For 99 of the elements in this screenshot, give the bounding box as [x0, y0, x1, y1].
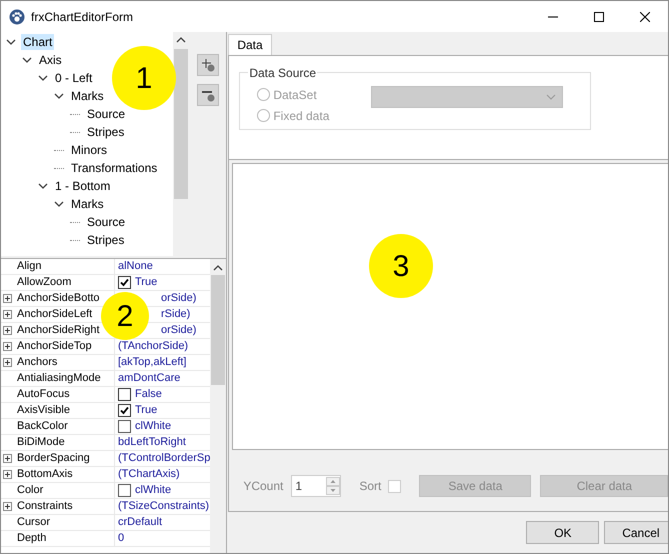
property-value: clWhite — [135, 419, 172, 434]
expand-icon — [2, 358, 12, 367]
property-name: BiDiMode — [17, 435, 65, 450]
tree-item[interactable]: Axis — [37, 52, 64, 68]
property-value: crDefault — [118, 515, 162, 530]
expand-icon — [2, 454, 12, 463]
expand-icon — [2, 310, 12, 319]
property-value: True — [135, 275, 158, 290]
property-row[interactable]: Color clWhite — [1, 483, 210, 499]
property-name: AnchorSideTop — [17, 339, 92, 354]
ycount-spin-field[interactable]: 1 — [291, 475, 342, 497]
dialog-button[interactable]: Cancel — [604, 521, 668, 544]
sort-label: Sort — [359, 478, 382, 495]
property-row[interactable]: AutoFocus False — [1, 387, 210, 403]
property-name: Anchors — [17, 355, 58, 370]
property-row[interactable]: Constraints (TSizeConstraints) — [1, 499, 210, 515]
remove-node-button[interactable] — [197, 84, 219, 106]
property-row[interactable]: Anchors [akTop,akLeft] — [1, 355, 210, 371]
tree-item[interactable]: Source — [85, 214, 128, 230]
chevron-down-icon[interactable] — [22, 55, 32, 65]
property-value: (TAnchorSide) — [118, 339, 188, 354]
property-name: Cursor — [17, 515, 50, 530]
tree-item[interactable]: Transformations — [69, 160, 160, 176]
property-value: 0 — [118, 531, 124, 546]
property-row[interactable]: BorderSpacing (TControlBorderSp — [1, 451, 210, 467]
property-row[interactable]: AntialiasingMode amDontCare — [1, 371, 210, 387]
property-row[interactable]: AxisVisible True — [1, 403, 210, 419]
property-name: AxisVisible — [17, 403, 70, 418]
chevron-down-icon — [546, 94, 556, 100]
expand-icon — [2, 326, 12, 335]
property-name: BorderSpacing — [17, 451, 90, 466]
property-value: (TControlBorderSp — [118, 451, 210, 466]
radio-label: DataSet — [273, 86, 317, 104]
chevron-down-icon[interactable] — [6, 37, 16, 47]
checkbox[interactable] — [118, 388, 131, 401]
paw-icon — [9, 8, 25, 24]
add-node-button[interactable] — [197, 54, 219, 76]
property-row[interactable]: BackColor clWhite — [1, 419, 210, 435]
chevron-down-icon[interactable] — [54, 199, 64, 209]
property-value: [akTop,akLeft] — [118, 355, 186, 370]
property-name: Constraints — [17, 499, 73, 514]
expand-icon — [2, 294, 12, 303]
property-name: BackColor — [17, 419, 68, 434]
property-value: bdLeftToRight — [118, 435, 186, 450]
tree-item[interactable]: Marks — [69, 88, 106, 104]
property-name: Color — [17, 483, 44, 498]
chevron-up-icon[interactable] — [176, 35, 186, 45]
window-title: frxChartEditorForm — [31, 8, 134, 26]
checkbox[interactable] — [118, 276, 131, 289]
property-value: orSide) — [161, 323, 196, 338]
expand-icon — [2, 470, 12, 479]
property-row[interactable]: Align alNone — [1, 259, 210, 275]
property-name: AutoFocus — [17, 387, 70, 402]
tree-item[interactable]: Marks — [69, 196, 106, 212]
property-name: AnchorSideBotto — [17, 291, 100, 306]
property-row[interactable]: Cursor crDefault — [1, 515, 210, 531]
property-row[interactable]: BottomAxis (TChartAxis) — [1, 467, 210, 483]
tree-item[interactable]: Stripes — [85, 124, 126, 140]
property-row[interactable]: BiDiMode bdLeftToRight — [1, 435, 210, 451]
property-name: Align — [17, 259, 42, 274]
plus-icon — [201, 58, 215, 72]
property-row[interactable]: Depth 0 — [1, 531, 210, 547]
chevron-down-icon[interactable] — [38, 73, 48, 83]
property-name: AntialiasingMode — [17, 371, 101, 386]
property-value: (TSizeConstraints) — [118, 499, 210, 514]
property-value: (TChartAxis) — [118, 467, 180, 482]
ycount-label: YCount — [243, 478, 284, 495]
scrollbar[interactable] — [210, 259, 226, 553]
tree-item[interactable]: Chart — [21, 34, 54, 50]
close-icon — [640, 12, 650, 22]
checkbox[interactable] — [118, 404, 131, 417]
property-value: False — [135, 387, 162, 402]
expand-icon — [2, 342, 12, 351]
property-name: AllowZoom — [17, 275, 72, 290]
chevron-down-icon[interactable] — [38, 181, 48, 191]
tree-item[interactable]: 1 - Bottom — [53, 178, 112, 194]
maximize-icon — [594, 12, 604, 22]
property-value: clWhite — [135, 483, 172, 498]
property-name: AnchorSideLeft — [17, 307, 92, 322]
sort-checkbox[interactable] — [388, 480, 402, 492]
tree-item[interactable]: 0 - Left — [53, 70, 94, 86]
scrollbar[interactable] — [173, 32, 189, 256]
expand-icon — [2, 502, 12, 511]
tree-item[interactable]: Stripes — [85, 232, 126, 248]
property-name: BottomAxis — [17, 467, 73, 482]
tree-item[interactable]: Minors — [69, 142, 110, 158]
property-value: orSide) — [161, 291, 196, 306]
chevron-up-icon[interactable] — [213, 263, 224, 273]
property-name: Depth — [17, 531, 46, 546]
property-name: AnchorSideRight — [17, 323, 100, 338]
tab[interactable]: Data — [228, 34, 272, 55]
property-value: alNone — [118, 259, 153, 274]
property-row[interactable]: AllowZoom True — [1, 275, 210, 291]
property-value: amDontCare — [118, 371, 180, 386]
chevron-down-icon[interactable] — [54, 91, 64, 101]
dialog-button[interactable]: OK — [526, 521, 600, 544]
property-value: True — [135, 403, 158, 418]
property-value: rSide) — [161, 307, 190, 322]
radio-label: Fixed data — [273, 108, 330, 124]
